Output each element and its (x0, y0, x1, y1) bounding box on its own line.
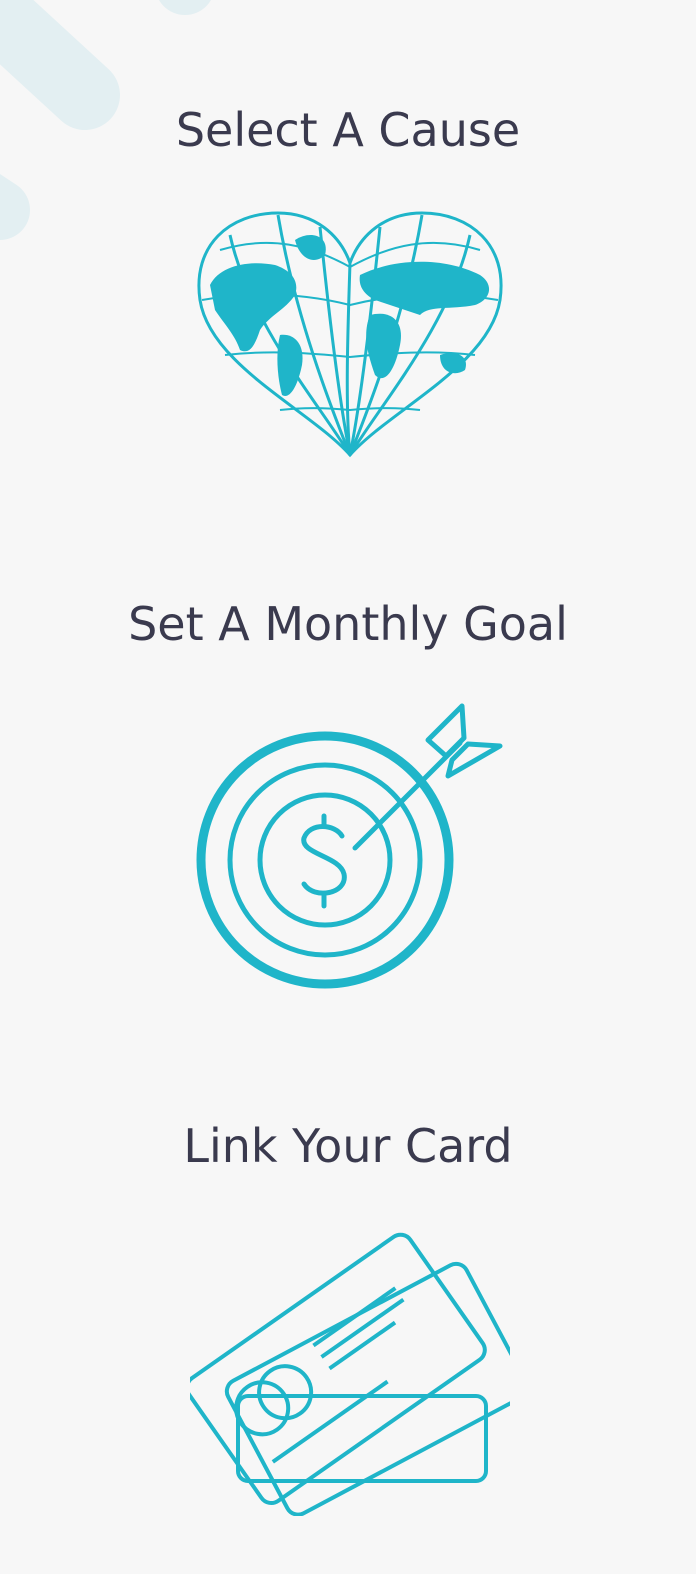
step-title-link-card: Link Your Card (183, 1119, 513, 1173)
credit-cards-icon (190, 1232, 510, 1516)
step-title-select-cause: Select A Cause (175, 103, 521, 157)
heart-globe-icon (197, 211, 503, 458)
dollar-target-icon (196, 703, 503, 989)
step-title-monthly-goal: Set A Monthly Goal (128, 597, 568, 651)
